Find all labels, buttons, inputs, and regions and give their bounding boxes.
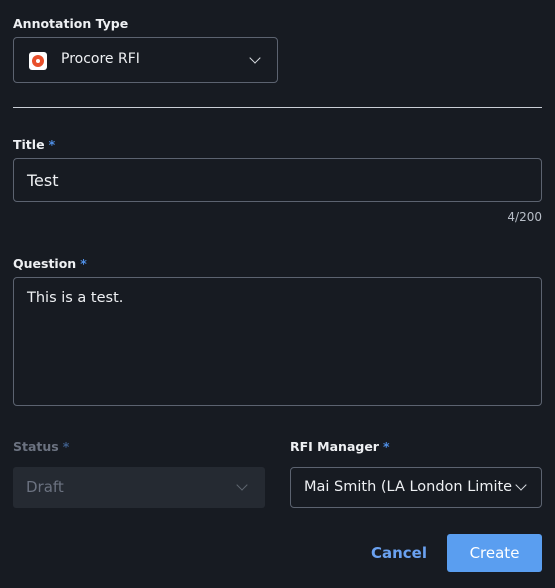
question-label: Question * (13, 256, 87, 271)
cancel-button[interactable]: Cancel (362, 534, 436, 572)
required-mark: * (62, 439, 70, 454)
title-input[interactable]: Test (13, 158, 542, 202)
annotation-type-value: Procore RFI (61, 51, 140, 67)
chevron-down-icon (249, 52, 261, 64)
required-mark: * (382, 439, 390, 454)
procore-logo-icon (29, 52, 47, 70)
section-divider (13, 107, 542, 108)
status-select-value: Draft (26, 478, 64, 496)
question-textarea-value: This is a test. (27, 290, 124, 306)
required-mark: * (80, 256, 87, 271)
status-select: Draft (13, 467, 265, 508)
rfi-manager-value: Mai Smith (LA London Limited) (304, 479, 512, 495)
status-label: Status * (13, 439, 70, 454)
rfi-manager-label: RFI Manager * (290, 439, 390, 454)
title-label: Title * (13, 137, 56, 152)
title-char-counter: 4/200 (507, 210, 542, 224)
question-textarea[interactable]: This is a test. (13, 277, 542, 406)
required-mark: * (48, 137, 56, 152)
rfi-manager-select[interactable]: Mai Smith (LA London Limited) (290, 467, 542, 508)
create-button[interactable]: Create (447, 534, 542, 572)
annotation-type-label: Annotation Type (13, 16, 129, 31)
annotation-type-select[interactable]: Procore RFI (13, 37, 278, 83)
chevron-down-icon (515, 479, 527, 491)
title-input-value: Test (27, 171, 59, 190)
chevron-down-icon (236, 479, 248, 491)
